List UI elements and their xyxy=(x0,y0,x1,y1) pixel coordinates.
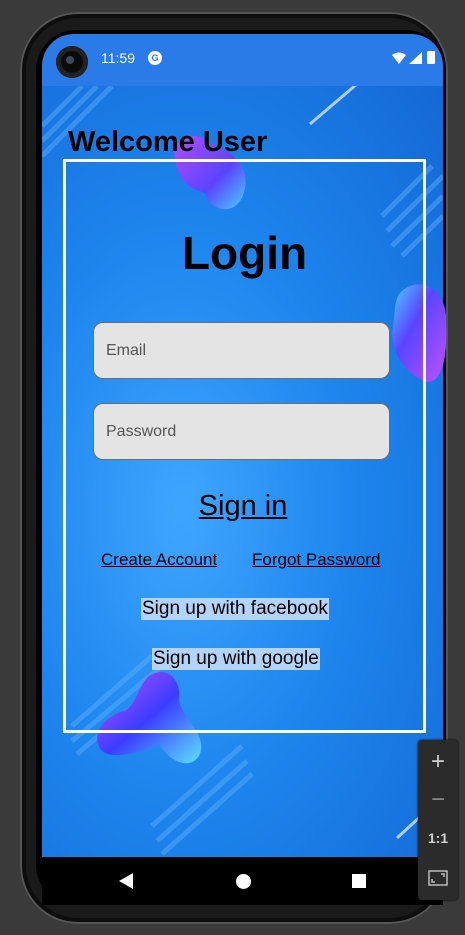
wifi-icon xyxy=(392,52,406,64)
navigation-bar xyxy=(42,857,443,905)
zoom-actual-size-button[interactable]: 1:1 xyxy=(418,820,458,856)
login-title: Login xyxy=(181,227,308,279)
sign-in-button[interactable]: Sign in xyxy=(93,490,393,523)
app-notification-icon: G xyxy=(148,51,162,65)
home-icon[interactable] xyxy=(236,874,251,889)
forgot-password-link[interactable]: Forgot Password xyxy=(252,550,381,570)
back-icon[interactable] xyxy=(119,873,133,889)
status-clock: 11:59 xyxy=(101,50,135,66)
signal-icon xyxy=(409,52,422,64)
facebook-signup-button[interactable]: Sign up with facebook xyxy=(141,598,329,620)
zoom-in-button[interactable]: + xyxy=(418,744,458,780)
fit-screen-button[interactable] xyxy=(418,860,458,896)
email-field[interactable] xyxy=(93,322,390,379)
google-signup-button[interactable]: Sign up with google xyxy=(152,648,320,670)
camera-icon xyxy=(56,46,88,78)
zoom-out-button[interactable]: − xyxy=(418,782,458,818)
battery-icon xyxy=(427,51,435,64)
create-account-link[interactable]: Create Account xyxy=(101,550,217,570)
password-field[interactable] xyxy=(93,403,390,460)
fit-screen-icon xyxy=(428,870,448,886)
welcome-heading: Welcome User xyxy=(68,126,268,158)
emulator-zoom-panel: + − 1:1 xyxy=(418,740,458,900)
recents-icon[interactable] xyxy=(352,874,366,888)
